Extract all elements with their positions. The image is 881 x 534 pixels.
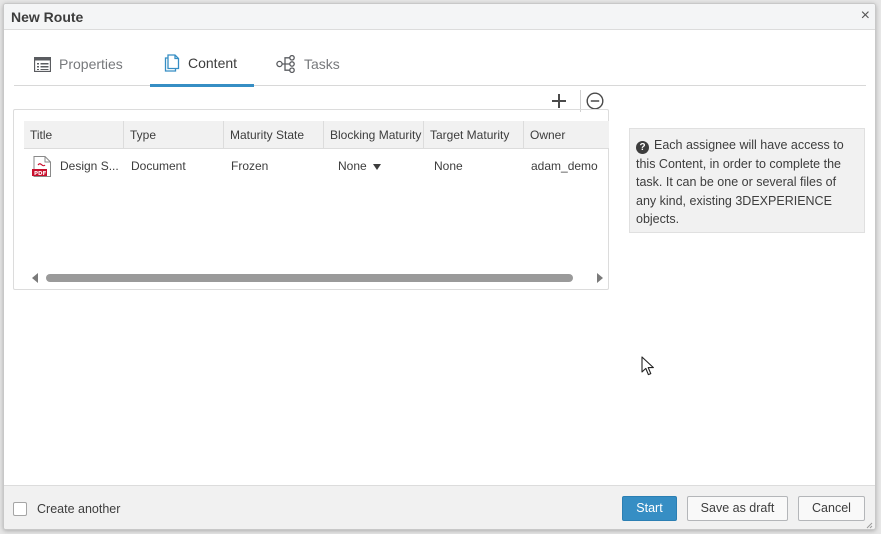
cell-title[interactable]: Design S... — [54, 149, 124, 183]
blocking-maturity-dropdown[interactable]: None — [332, 149, 422, 183]
caret-down-icon — [372, 163, 381, 170]
resize-grip-icon[interactable] — [866, 522, 873, 529]
tab-content[interactable]: Content — [150, 42, 254, 87]
plus-icon — [552, 94, 566, 108]
content-table-panel: Title Type Maturity State Blocking Matur… — [13, 109, 609, 290]
table-row[interactable]: PDF Design S... Document Frozen None Non… — [24, 149, 609, 183]
table-header: Title Type Maturity State Blocking Matur… — [24, 121, 609, 149]
column-header-maturity-state[interactable]: Maturity State — [224, 121, 324, 149]
new-route-dialog: New Route × Properties Content Tasks Tit… — [3, 3, 876, 530]
start-button[interactable]: Start — [622, 496, 677, 521]
document-icon — [164, 54, 180, 72]
close-icon[interactable]: × — [861, 8, 870, 24]
column-header-type[interactable]: Type — [124, 121, 224, 149]
tasks-flow-icon — [276, 55, 295, 73]
horizontal-scrollbar[interactable] — [24, 273, 609, 283]
tab-tasks[interactable]: Tasks — [276, 42, 340, 86]
save-as-draft-button[interactable]: Save as draft — [687, 496, 788, 521]
cancel-button[interactable]: Cancel — [798, 496, 865, 521]
content-help-panel: ? Each assignee will have access to this … — [629, 128, 865, 233]
scroll-left-arrow-icon[interactable] — [32, 273, 38, 283]
column-header-owner[interactable]: Owner — [524, 121, 609, 149]
create-another-checkbox[interactable] — [13, 502, 27, 516]
dialog-title: New Route — [11, 9, 84, 25]
content-help-text: Each assignee will have access to this C… — [636, 138, 844, 226]
minus-circle-icon — [586, 92, 604, 110]
tab-properties[interactable]: Properties — [34, 42, 123, 86]
tab-tasks-label: Tasks — [304, 56, 340, 72]
cell-type: Document — [131, 159, 186, 173]
content-table: Title Type Maturity State Blocking Matur… — [24, 121, 609, 269]
column-header-blocking-maturity[interactable]: Blocking Maturity — [324, 121, 424, 149]
column-header-title[interactable]: Title — [24, 121, 124, 149]
cell-maturity-state: Frozen — [231, 159, 269, 173]
tab-properties-label: Properties — [59, 56, 123, 72]
question-circle-icon: ? — [636, 141, 649, 154]
dialog-titlebar: New Route × — [4, 4, 875, 30]
tab-content-label: Content — [188, 55, 238, 71]
mouse-pointer-icon — [641, 356, 654, 376]
scroll-right-arrow-icon[interactable] — [597, 273, 603, 283]
column-header-target-maturity[interactable]: Target Maturity — [424, 121, 524, 149]
dialog-footer: Create another Start Save as draft Cance… — [4, 485, 875, 529]
cell-target-maturity: None — [434, 159, 463, 173]
blocking-maturity-value: None — [338, 159, 367, 173]
pdf-icon: PDF — [32, 156, 51, 177]
svg-text:PDF: PDF — [34, 171, 47, 177]
cell-owner: adam_demo — [531, 159, 598, 173]
scrollbar-thumb[interactable] — [46, 274, 573, 282]
tab-bar: Properties Content Tasks — [14, 42, 866, 87]
properties-icon — [34, 56, 51, 72]
create-another-label[interactable]: Create another — [37, 502, 120, 516]
